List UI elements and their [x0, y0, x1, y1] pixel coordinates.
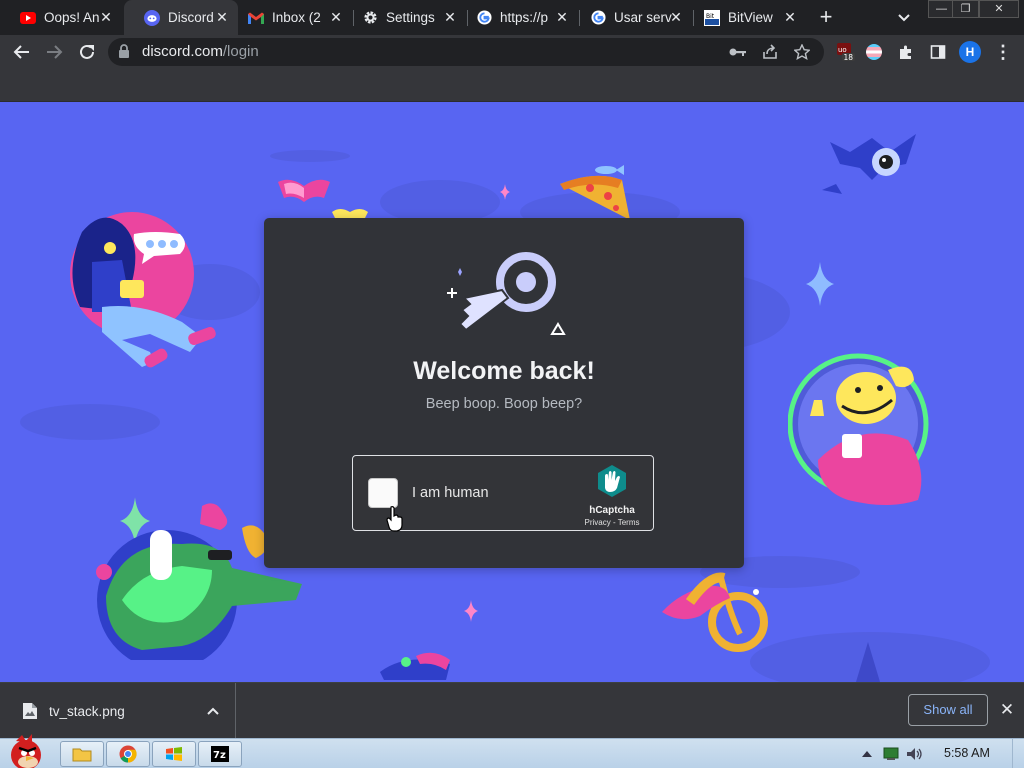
key-icon[interactable] [728, 43, 748, 61]
extension-ublock-icon[interactable]: uo 18 [836, 42, 856, 62]
puzzle-icon[interactable] [896, 42, 916, 62]
show-desktop-button[interactable] [1012, 739, 1024, 768]
taskbar-explorer-button[interactable] [60, 741, 104, 767]
girl-character-illustration [70, 212, 216, 368]
key-illustration [447, 252, 566, 335]
chrome-icon [119, 745, 137, 763]
tab-youtube[interactable]: Oops! An ✕ [0, 0, 122, 35]
hand-cursor-icon [386, 506, 403, 532]
7zip-icon: 7z [211, 746, 229, 762]
tab-search-button[interactable] [893, 7, 915, 29]
google-icon [476, 10, 492, 26]
login-card: Welcome back! Beep boop. Boop beep? I am… [264, 218, 744, 568]
hcaptcha-name: hCaptcha [589, 505, 635, 516]
captcha-label: I am human [412, 485, 489, 501]
download-item[interactable]: tv_stack.png [0, 683, 236, 739]
hcaptcha-logo-icon [598, 465, 626, 497]
tab-strip: Oops! An ✕ Discord ✕ Inbox (2 ✕ Settings… [0, 0, 1024, 35]
extension-flag-icon[interactable] [864, 42, 884, 62]
discord-login-page: Welcome back! Beep boop. Boop beep? I am… [0, 102, 1024, 682]
image-file-icon [23, 703, 37, 719]
new-tab-button[interactable]: + [812, 5, 840, 31]
tab-google-2[interactable]: Usar serv ✕ [580, 0, 692, 35]
folder-icon [72, 748, 92, 762]
bat-character-illustration [822, 134, 916, 194]
gear-icon [362, 10, 378, 26]
windows-taskbar: 7z 5:58 AM [0, 734, 1024, 768]
toy-illustration [380, 652, 450, 680]
tab-google-1[interactable]: https://p ✕ [468, 0, 578, 35]
show-all-downloads-button[interactable]: Show all [908, 694, 988, 726]
svg-text:7z: 7z [213, 750, 226, 761]
tab-close-button[interactable]: ✕ [328, 9, 344, 25]
tab-close-button[interactable]: ✕ [782, 9, 798, 25]
hcaptcha-privacy-terms-links[interactable]: Privacy - Terms [577, 518, 647, 527]
bookmarks-bar [0, 69, 1024, 102]
tray-expand-icon[interactable] [860, 745, 874, 763]
captcha-checkbox[interactable] [368, 478, 398, 508]
chevron-up-icon[interactable] [205, 703, 221, 719]
tab-close-button[interactable]: ✕ [442, 9, 458, 25]
login-heading: Welcome back! [413, 357, 595, 385]
browser-toolbar: discord.com/login uo 18 H ⋮ [0, 35, 1024, 69]
chevron-down-icon [898, 14, 910, 22]
google-icon [590, 10, 606, 26]
start-button-angry-bird-icon[interactable] [2, 733, 48, 768]
tab-close-button[interactable]: ✕ [554, 9, 570, 25]
tab-close-button[interactable]: ✕ [98, 9, 114, 25]
tab-gmail[interactable]: Inbox (2 ✕ [240, 0, 352, 35]
login-subheading: Beep boop. Boop beep? [425, 396, 583, 412]
horn-character-illustration [662, 572, 768, 652]
tree-icon [856, 642, 880, 682]
arrow-left-icon [13, 45, 29, 59]
address-bar[interactable]: discord.com/login [108, 38, 824, 66]
download-shelf: tv_stack.png Show all ✕ [0, 682, 1024, 739]
close-window-button[interactable]: ✕ [979, 0, 1019, 18]
sparkle-icon [500, 184, 510, 200]
side-panel-icon[interactable] [928, 42, 948, 62]
tab-close-button[interactable]: ✕ [668, 9, 684, 25]
reload-icon [80, 44, 94, 59]
taskbar-chrome-button[interactable] [106, 741, 150, 767]
windows-logo-icon [166, 747, 182, 761]
profile-avatar[interactable]: H [959, 41, 981, 63]
lock-icon[interactable] [118, 44, 130, 64]
volume-icon[interactable] [906, 745, 924, 763]
minimize-button[interactable]: — [928, 0, 955, 18]
yellow-character-illustration [788, 353, 929, 505]
arrow-right-icon [47, 45, 63, 59]
forward-button[interactable] [41, 39, 67, 65]
reload-button[interactable] [74, 39, 100, 65]
url-text: discord.com/login [142, 43, 259, 60]
pizza-illustration [560, 175, 630, 220]
taskbar-windows-button[interactable] [152, 741, 196, 767]
svg-text:Bit: Bit [706, 13, 715, 20]
sparkle-icon [806, 262, 834, 306]
discord-icon [144, 9, 160, 26]
tab-settings[interactable]: Settings ✕ [354, 0, 466, 35]
bookmark-star-icon[interactable] [792, 43, 812, 61]
tab-bitview[interactable]: Bit BitView ✕ [694, 0, 806, 35]
back-button[interactable] [9, 39, 35, 65]
sparkle-icon [464, 600, 478, 622]
book-illustration [278, 179, 330, 202]
url-host: discord.com [142, 43, 223, 60]
extension-badge: 18 [844, 53, 854, 62]
restore-button[interactable]: ❐ [952, 0, 979, 18]
tab-close-button[interactable]: ✕ [214, 9, 230, 25]
taskbar-7zip-button[interactable]: 7z [198, 741, 242, 767]
chrome-menu-icon[interactable]: ⋮ [994, 43, 1012, 61]
bitview-icon: Bit [704, 9, 720, 26]
download-filename: tv_stack.png [49, 704, 125, 719]
gmail-icon [248, 10, 264, 26]
share-icon[interactable] [760, 43, 780, 61]
tab-discord[interactable]: Discord ✕ [124, 0, 238, 35]
hcaptcha-brand: hCaptcha Privacy - Terms [577, 464, 647, 527]
taskbar-clock[interactable]: 5:58 AM [944, 746, 990, 760]
youtube-icon [20, 10, 36, 26]
url-path: /login [222, 43, 259, 60]
close-download-shelf-button[interactable]: ✕ [998, 701, 1016, 719]
network-icon[interactable] [882, 745, 900, 763]
fish-illustration [595, 165, 624, 175]
